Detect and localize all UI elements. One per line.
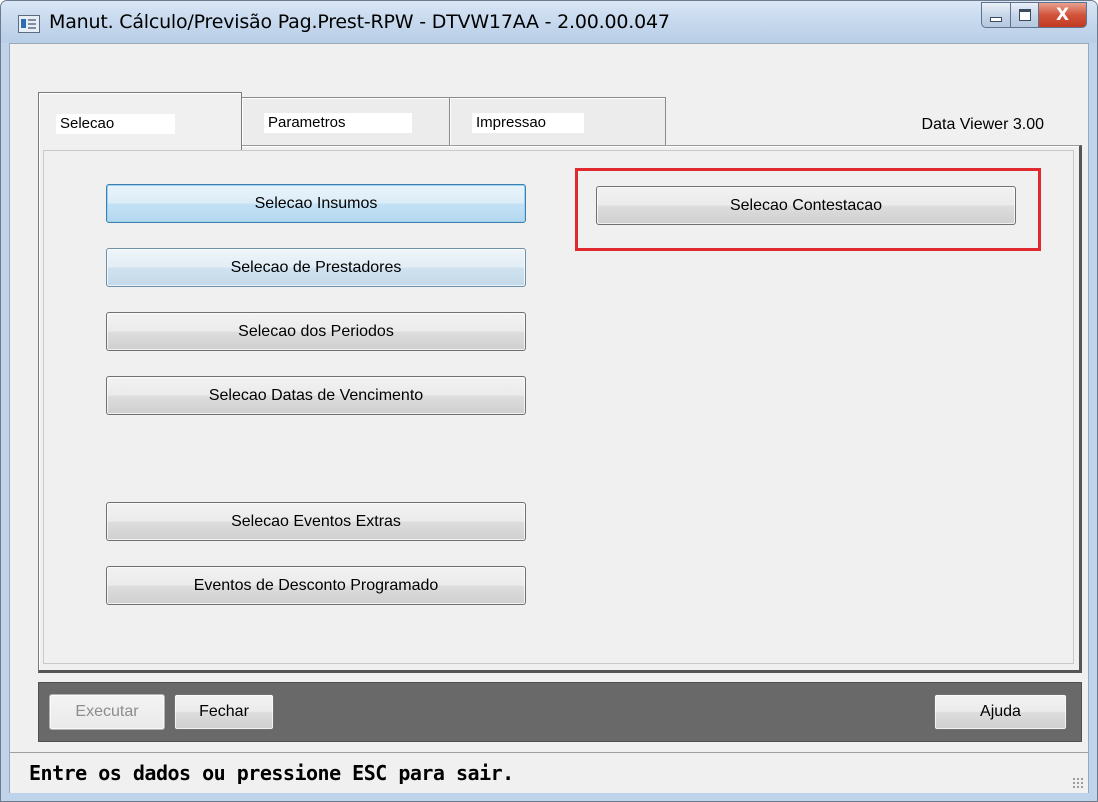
caption-buttons: X [981,2,1087,28]
app-icon[interactable] [18,15,40,33]
minimize-button[interactable] [981,2,1011,28]
executar-button[interactable]: Executar [49,694,165,730]
selecao-prestadores-button[interactable]: Selecao de Prestadores [106,248,526,287]
tab-impressao[interactable]: Impressao [450,97,666,145]
close-icon: X [1055,4,1070,25]
tab-label: Parametros [264,113,412,133]
selecao-insumos-button[interactable]: Selecao Insumos [106,184,526,223]
selecao-eventos-extras-button[interactable]: Selecao Eventos Extras [106,502,526,541]
close-button[interactable]: X [1039,2,1087,28]
minimize-icon [990,16,1002,22]
tab-label: Impressao [472,113,584,133]
maximize-icon [1018,9,1031,21]
form-content: Parametros Impressao Data Viewer 3.00 Se… [10,44,1088,793]
eventos-desconto-programado-button[interactable]: Eventos de Desconto Programado [106,566,526,605]
tab-parametros[interactable]: Parametros [242,97,450,145]
app-window: Manut. Cálculo/Previsão Pag.Prest-RPW - … [0,0,1098,802]
resize-grip-icon[interactable] [1072,777,1084,789]
status-message: Entre os dados ou pressione ESC para sai… [29,761,514,785]
title-bar[interactable]: Manut. Cálculo/Previsão Pag.Prest-RPW - … [1,1,1097,43]
ajuda-button[interactable]: Ajuda [934,694,1067,730]
fechar-button[interactable]: Fechar [174,694,274,730]
maximize-button[interactable] [1011,2,1039,28]
action-bar: Executar Fechar Ajuda [38,682,1082,742]
selecao-periodos-button[interactable]: Selecao dos Periodos [106,312,526,351]
status-bar: Entre os dados ou pressione ESC para sai… [10,752,1088,793]
tab-selecao[interactable]: Selecao [38,92,242,150]
viewer-version-label: Data Viewer 3.00 [921,116,1044,133]
window-title: Manut. Cálculo/Previsão Pag.Prest-RPW - … [49,11,670,33]
tab-label: Selecao [56,114,175,134]
client-area: Parametros Impressao Data Viewer 3.00 Se… [9,43,1089,793]
selecao-datas-vencimento-button[interactable]: Selecao Datas de Vencimento [106,376,526,415]
highlight-annotation-box [575,168,1041,251]
